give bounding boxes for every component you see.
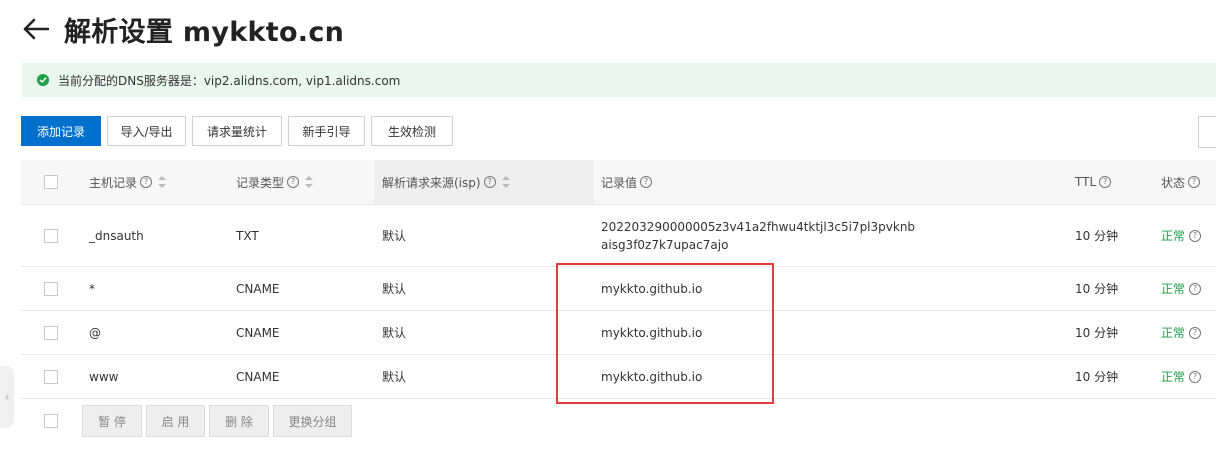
header-isp-label: 解析请求来源(isp) [382,175,481,190]
dns-notice-text: 当前分配的DNS服务器是：vip2.alidns.com, vip1.alidn… [58,73,401,88]
table-row: _dnsauth TXT 默认 202203290000005z3v41a2fh… [21,205,1216,267]
batch-actions: 暂 停 启 用 删 除 更换分组 [21,405,356,437]
header-status: 状态 ? [1161,160,1201,204]
cell-type: CNAME [236,369,280,384]
cell-ttl: 10 分钟 [1075,282,1119,296]
table-header: 主机记录 ? 记录类型 ? 解析请求来源(isp) ? 记录值 ? TTL ? … [21,160,1216,205]
sort-icon[interactable] [501,176,510,188]
header-type[interactable]: 记录类型 ? [236,160,314,204]
header-status-label: 状态 [1161,175,1186,190]
cell-isp: 默认 [382,370,407,384]
header-ttl-label: TTL [1075,175,1097,189]
header-host[interactable]: 主机记录 ? [89,160,167,204]
header-value: 记录值 ? [601,160,653,204]
toolbar-right-button[interactable] [1198,116,1216,148]
status-normal: 正常 [1161,229,1186,243]
status-info-icon[interactable]: ? [1189,282,1202,295]
cell-isp: 默认 [382,282,407,296]
cell-type: TXT [236,228,259,243]
collapse-sidebar-handle[interactable]: ‹ [0,366,14,428]
header-type-label: 记录类型 [236,175,285,190]
cell-value-line1: 202203290000005z3v41a2fhwu4tktjl3c5i7pl3… [601,219,916,234]
header-value-label: 记录值 [601,175,638,190]
footer-select-all-checkbox[interactable] [44,414,58,428]
dns-notice: 当前分配的DNS服务器是：vip2.alidns.com, vip1.alidn… [22,63,1216,97]
status-normal: 正常 [1161,370,1186,384]
cell-isp: 默认 [382,326,407,340]
back-arrow-icon[interactable] [22,15,50,43]
help-icon[interactable]: ? [1099,176,1112,188]
status-info-icon[interactable]: ? [1189,326,1202,339]
add-record-button[interactable]: 添加记录 [21,116,101,146]
cell-host: _dnsauth [89,228,144,243]
help-icon[interactable]: ? [483,176,496,188]
header-host-label: 主机记录 [89,175,138,190]
cell-isp: 默认 [382,229,407,243]
cell-ttl: 10 分钟 [1075,326,1119,340]
row-checkbox[interactable] [44,369,58,384]
cell-value-line2: aisg3f0z7k7upac7ajo [601,237,729,252]
cell-host: * [89,281,95,296]
effect-check-button[interactable]: 生效检测 [371,116,453,146]
cell-value: 202203290000005z3v41a2fhwu4tktjl3c5i7pl3… [601,205,915,266]
enable-button[interactable]: 启 用 [146,405,205,437]
cell-host: @ [89,325,101,340]
row-checkbox[interactable] [44,281,58,296]
status-normal: 正常 [1161,326,1186,340]
sort-icon[interactable] [305,176,314,188]
row-checkbox[interactable] [44,228,58,243]
row-checkbox[interactable] [44,325,58,340]
change-group-button[interactable]: 更换分组 [273,405,352,437]
request-stats-button[interactable]: 请求量统计 [192,116,282,146]
status-info-icon[interactable]: ? [1189,370,1202,383]
help-icon[interactable]: ? [287,176,300,188]
sort-icon[interactable] [158,176,167,188]
highlight-box [556,263,774,404]
help-icon[interactable]: ? [640,176,653,188]
cell-ttl: 10 分钟 [1075,229,1119,243]
chevron-left-icon: ‹ [4,390,10,404]
page-header: 解析设置 mykkto.cn [22,10,344,48]
cell-ttl: 10 分钟 [1075,370,1119,384]
help-icon[interactable]: ? [140,176,153,188]
select-all-checkbox[interactable] [44,175,58,189]
import-export-button[interactable]: 导入/导出 [107,116,186,146]
cell-host: www [89,369,119,384]
toolbar: 添加记录 导入/导出 请求量统计 新手引导 生效检测 [21,116,459,146]
page-title: 解析设置 mykkto.cn [64,16,345,48]
beginner-guide-button[interactable]: 新手引导 [288,116,365,146]
delete-button[interactable]: 删 除 [209,405,269,437]
check-circle-icon [37,74,49,86]
status-normal: 正常 [1161,282,1186,296]
status-info-icon[interactable]: ? [1189,229,1202,242]
header-isp[interactable]: 解析请求来源(isp) ? [382,160,510,204]
cell-type: CNAME [236,325,280,340]
help-icon[interactable]: ? [1188,176,1201,188]
cell-type: CNAME [236,281,280,296]
pause-button[interactable]: 暂 停 [82,405,142,437]
header-ttl: TTL ? [1075,160,1112,204]
